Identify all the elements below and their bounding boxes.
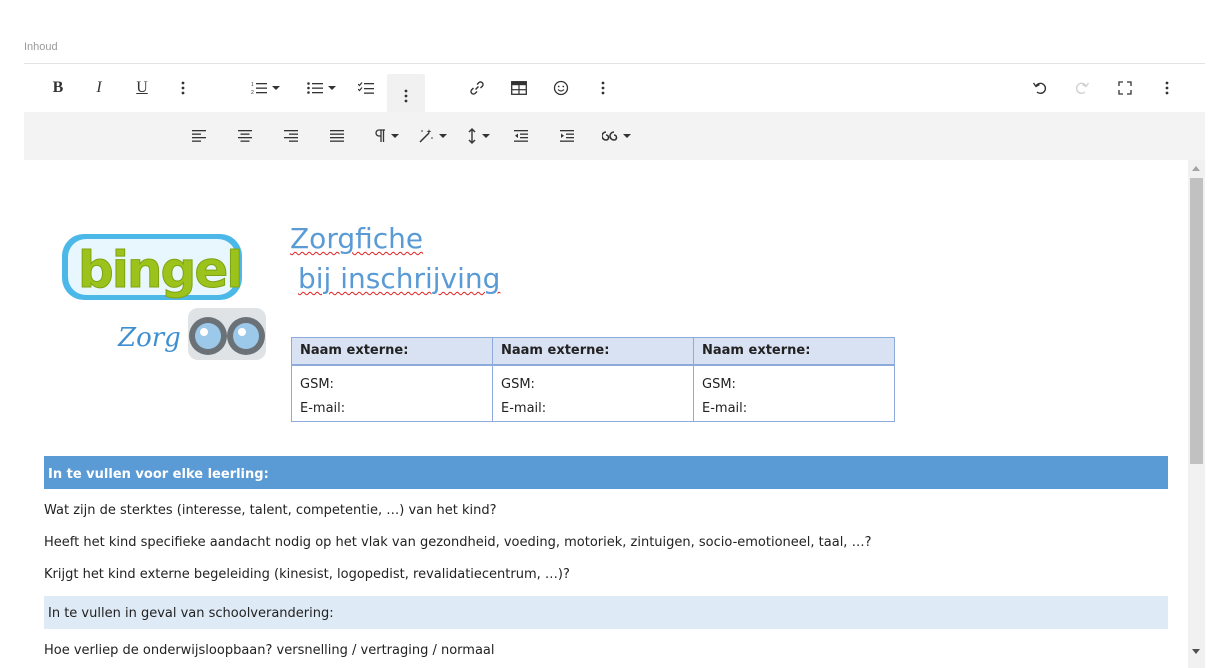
table-cell: GSM: E-mail: (492, 364, 694, 421)
editor-content[interactable]: bingel Zorg Zorgfiche bij inschrijving N… (24, 160, 1205, 668)
quote-icon (601, 131, 617, 141)
chevron-down-icon (438, 134, 447, 138)
logo-brand-text: bingel (78, 241, 241, 299)
more-vertical-icon (181, 81, 185, 95)
italic-button[interactable]: I (87, 69, 111, 107)
redo-button[interactable] (1070, 69, 1094, 107)
undo-icon (1032, 82, 1047, 95)
bullet-list-icon (306, 82, 323, 94)
indent-icon (560, 130, 574, 142)
align-justify-icon (330, 130, 344, 142)
table-header-cell: Naam externe: (291, 337, 493, 366)
more-text-options-button[interactable] (174, 69, 192, 107)
magic-wand-icon (418, 129, 433, 143)
document-title-line1: Zorgfiche (290, 222, 424, 255)
bullet-list-button[interactable] (300, 69, 342, 107)
insert-table-button[interactable] (507, 69, 531, 107)
table-cell: GSM: E-mail: (702, 376, 748, 416)
outdent-icon (514, 130, 528, 142)
binoculars-icon (188, 308, 266, 360)
line-height-button[interactable] (461, 117, 495, 155)
increase-indent-button[interactable] (555, 117, 579, 155)
scroll-up-icon[interactable] (1192, 166, 1200, 171)
scrollbar-thumb[interactable] (1190, 178, 1203, 464)
scroll-down-icon[interactable] (1192, 649, 1200, 654)
align-left-icon (192, 130, 206, 142)
table-header-row: Naam externe: Naam externe: Naam externe… (291, 337, 895, 366)
question-line: Wat zijn de sterktes (interesse, talent,… (44, 503, 497, 518)
table-icon (511, 81, 527, 95)
editor-toolbar-paragraph (24, 112, 1205, 160)
chevron-down-icon (271, 86, 280, 90)
ordered-list-icon: 12 (251, 82, 267, 95)
svg-text:1: 1 (251, 82, 254, 88)
ordered-list-button[interactable]: 12 (244, 69, 286, 107)
contacts-table: Naam externe: Naam externe: Naam externe… (291, 337, 895, 422)
table-header-cell: Naam externe: (492, 337, 694, 366)
bingel-zorg-logo: bingel Zorg (62, 234, 266, 360)
paragraph-format-button[interactable] (369, 117, 403, 155)
editor-toolbar-main: B I U 12 (24, 64, 1205, 118)
paragraph-style-button[interactable] (415, 117, 449, 155)
fullscreen-button[interactable] (1113, 69, 1137, 107)
table-cell: GSM: E-mail: (291, 364, 493, 421)
undo-button[interactable] (1028, 69, 1052, 107)
redo-icon (1075, 82, 1090, 95)
align-center-icon (238, 130, 252, 142)
align-center-button[interactable] (233, 117, 257, 155)
underline-button[interactable]: U (130, 69, 154, 107)
align-right-button[interactable] (279, 117, 303, 155)
chevron-down-icon (390, 134, 399, 138)
align-right-icon (284, 130, 298, 142)
align-left-button[interactable] (187, 117, 211, 155)
logo-sub-text: Zorg (117, 323, 181, 353)
chevron-down-icon (327, 86, 336, 90)
align-justify-button[interactable] (325, 117, 349, 155)
editor-scrollbar[interactable] (1188, 160, 1205, 668)
more-vertical-icon (404, 89, 408, 103)
emoji-icon (553, 80, 569, 96)
question-line: Heeft het kind specifieke aandacht nodig… (44, 535, 872, 550)
field-label: Inhoud (24, 41, 58, 53)
table-row: GSM: E-mail: GSM: E-mail: GSM: E-mail: (291, 364, 895, 421)
section-heading-school-change: In te vullen in geval van schoolverander… (44, 596, 1168, 629)
paragraph-icon (374, 129, 385, 142)
more-insert-options-button[interactable] (594, 69, 612, 107)
more-vertical-icon (601, 81, 605, 95)
decrease-indent-button[interactable] (509, 117, 533, 155)
question-line: Hoe verliep de onderwijsloopbaan? versne… (44, 643, 495, 658)
table-header-cell: Naam externe: (693, 337, 895, 366)
more-vertical-icon (1165, 81, 1169, 95)
insert-link-button[interactable] (465, 69, 489, 107)
document-title-line2: bij inschrijving (298, 262, 501, 295)
section-heading-all-students: In te vullen voor elke leerling: (44, 456, 1168, 489)
insert-emoji-button[interactable] (549, 69, 573, 107)
chevron-down-icon (481, 134, 490, 138)
more-misc-options-button[interactable] (1158, 69, 1176, 107)
chevron-down-icon (622, 134, 631, 138)
fullscreen-icon (1118, 81, 1132, 95)
bold-button[interactable]: B (46, 69, 70, 107)
question-line: Krijgt het kind externe begeleiding (kin… (44, 567, 570, 582)
quote-button[interactable] (598, 117, 634, 155)
svg-text:2: 2 (251, 90, 254, 95)
checklist-button[interactable] (354, 69, 378, 107)
link-icon (470, 81, 484, 95)
line-height-icon (468, 128, 475, 144)
checklist-icon (358, 82, 374, 94)
